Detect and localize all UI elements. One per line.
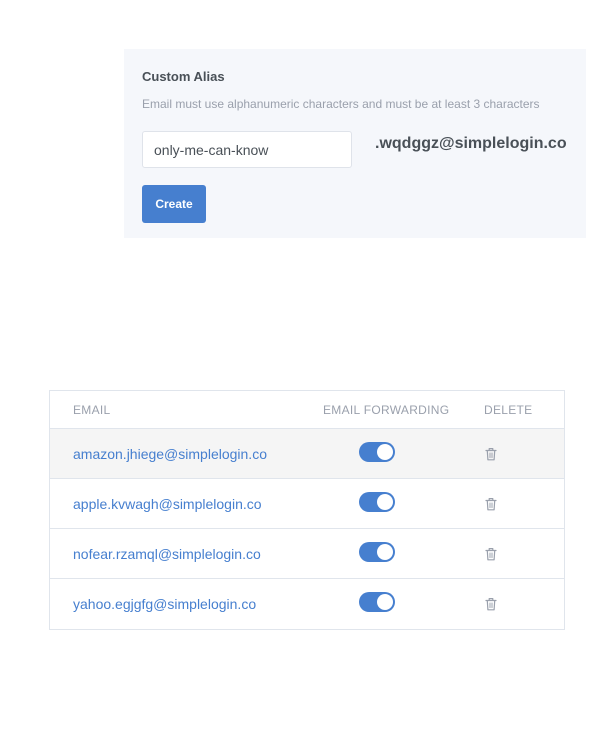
email-forwarding-column-header: EMAIL FORWARDING [323, 402, 450, 417]
custom-alias-hint: Email must use alphanumeric characters a… [142, 97, 540, 111]
alias-email-link[interactable]: amazon.jhiege@simplelogin.co [73, 446, 267, 462]
custom-alias-title: Custom Alias [142, 69, 225, 84]
toggle-knob [377, 594, 393, 610]
delete-column-header: DELETE [484, 402, 533, 417]
trash-icon[interactable] [485, 447, 497, 461]
table-row: amazon.jhiege@simplelogin.co [50, 429, 564, 479]
create-button[interactable]: Create [142, 185, 206, 223]
table-row: nofear.rzamql@simplelogin.co [50, 529, 564, 579]
email-forwarding-toggle[interactable] [359, 592, 395, 612]
table-row: apple.kvwagh@simplelogin.co [50, 479, 564, 529]
email-column-header: EMAIL [73, 402, 111, 417]
toggle-knob [377, 544, 393, 560]
trash-icon[interactable] [485, 497, 497, 511]
alias-prefix-input[interactable] [142, 131, 352, 168]
alias-suffix: .wqdggz@simplelogin.co [375, 135, 567, 152]
toggle-knob [377, 494, 393, 510]
alias-email-link[interactable]: yahoo.egjgfg@simplelogin.co [73, 596, 256, 612]
alias-email-link[interactable]: nofear.rzamql@simplelogin.co [73, 546, 261, 562]
custom-alias-card: Custom Alias Email must use alphanumeric… [124, 49, 586, 238]
email-forwarding-toggle[interactable] [359, 542, 395, 562]
toggle-knob [377, 444, 393, 460]
trash-icon[interactable] [485, 547, 497, 561]
alias-table: EMAIL EMAIL FORWARDING DELETE amazon.jhi… [49, 390, 565, 630]
trash-icon[interactable] [485, 597, 497, 611]
alias-email-link[interactable]: apple.kvwagh@simplelogin.co [73, 496, 262, 512]
table-row: yahoo.egjgfg@simplelogin.co [50, 579, 564, 629]
table-body: amazon.jhiege@simplelogin.co apple.kvwag… [50, 429, 564, 629]
table-header: EMAIL EMAIL FORWARDING DELETE [50, 391, 564, 429]
email-forwarding-toggle[interactable] [359, 442, 395, 462]
email-forwarding-toggle[interactable] [359, 492, 395, 512]
